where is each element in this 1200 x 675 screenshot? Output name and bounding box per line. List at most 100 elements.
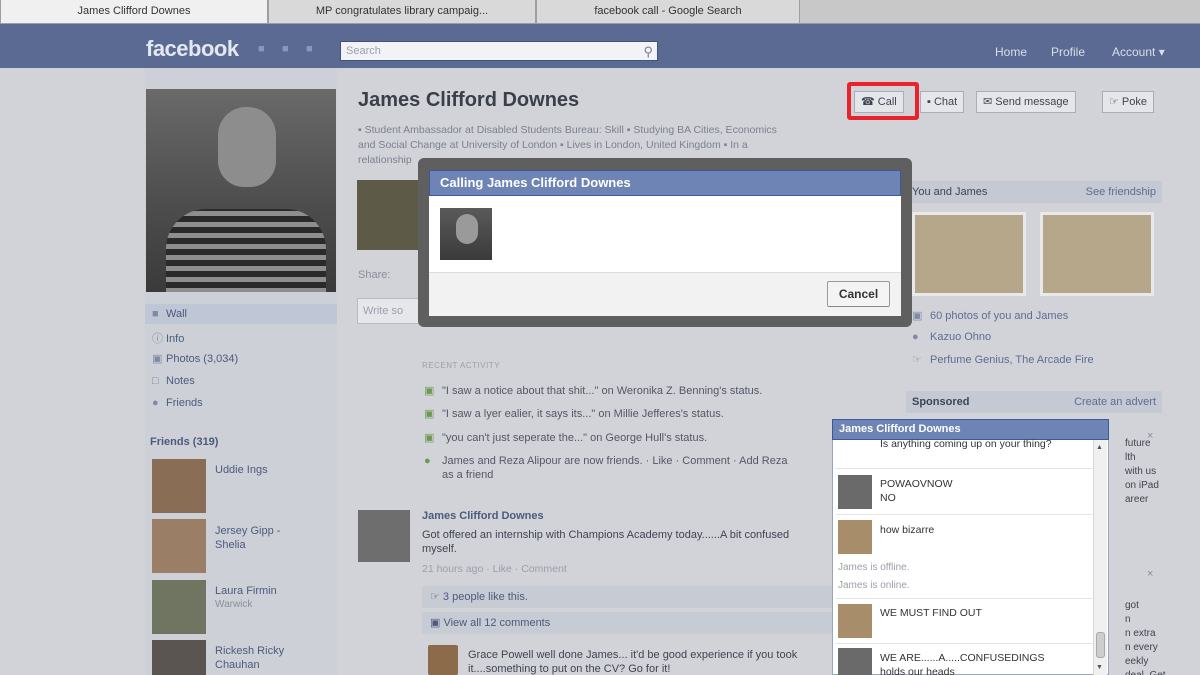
friend-location: Warwick — [215, 599, 253, 610]
post-author-avatar[interactable] — [358, 510, 410, 562]
sidebar-item-notes[interactable]: □ Notes — [152, 375, 195, 387]
browser-tab-search[interactable]: facebook call - Google Search — [536, 0, 800, 24]
chat-label: Chat — [933, 96, 958, 108]
friends-icon: ● — [152, 397, 159, 409]
chat-icon: ▪ — [927, 96, 934, 108]
share-label: Share: — [358, 269, 391, 281]
nav-account-menu[interactable]: Account ▾ — [1112, 45, 1165, 59]
tab-label: James Clifford Downes — [77, 5, 191, 17]
photos-icon: ▣ — [152, 353, 163, 365]
call-dialog-title: Calling James Clifford Downes — [429, 170, 901, 196]
advert-text[interactable]: future lth with us on iPad areer — [1125, 437, 1159, 507]
sidebar-item-info[interactable]: ⓘ Info — [152, 330, 184, 346]
post-text: Got offered an internship with Champions… — [422, 529, 790, 555]
friend-name[interactable]: Uddie Ings — [215, 463, 268, 477]
sponsored-heading: Sponsored — [912, 396, 970, 408]
post-author-name[interactable]: James Clifford Downes — [422, 510, 544, 522]
scroll-down-icon[interactable]: ▼ — [1096, 664, 1103, 671]
activity-text: "you can't just seperate the..." on Geor… — [442, 432, 708, 444]
friends-heading[interactable]: Friends (319) — [150, 436, 218, 448]
cancel-call-button[interactable]: Cancel — [827, 281, 890, 307]
mutual-friend-link[interactable]: ● Kazuo Ohno — [912, 331, 991, 343]
tab-label: facebook call - Google Search — [594, 5, 742, 17]
search-icon[interactable]: ⚲ — [643, 43, 653, 61]
mutual-friend-text: Kazuo Ohno — [930, 331, 992, 343]
view-all-comments-text: View all 12 comments — [443, 617, 551, 629]
search-input[interactable]: Search ⚲ — [340, 41, 658, 61]
browser-tab-bar: James Clifford Downes MP congratulates l… — [0, 0, 1200, 24]
chat-avatar — [838, 475, 872, 509]
friend-thumbnail[interactable] — [152, 580, 206, 634]
shared-photo[interactable] — [912, 212, 1026, 296]
friend-thumbnail[interactable] — [152, 519, 206, 573]
friend-thumbnail[interactable] — [152, 459, 206, 513]
chat-message: Is anything coming up on your thing? — [880, 438, 1052, 450]
nav-home-link[interactable]: Home — [995, 45, 1027, 59]
sidebar-item-friends[interactable]: ● Friends — [152, 397, 203, 409]
activity-item[interactable]: ▣ "I saw a lyer ealier, it says its..." o… — [424, 407, 724, 420]
chat-avatar — [838, 520, 872, 554]
poke-label: Poke — [1121, 96, 1147, 108]
friend-thumbnail[interactable] — [152, 640, 206, 675]
comments-icon: ▣ — [430, 617, 444, 629]
activity-text: "I saw a lyer ealier, it says its..." on… — [442, 408, 724, 420]
comment-icon: ▣ — [424, 408, 435, 420]
post-likes[interactable]: ☞ 3 people like this. — [422, 586, 834, 608]
sidebar-item-wall[interactable]: ■ Wall — [145, 304, 337, 324]
activity-item[interactable]: ▣ "you can't just seperate the..." on Geo… — [424, 431, 707, 444]
commenter-avatar[interactable] — [428, 645, 458, 675]
facebook-logo[interactable]: facebook — [146, 36, 239, 62]
browser-tab-news[interactable]: MP congratulates library campaig... — [268, 0, 536, 24]
sidebar-item-label: Photos (3,034) — [166, 353, 239, 365]
friend-name[interactable]: Laura Firmin — [215, 584, 277, 598]
profile-photo-strip[interactable] — [357, 180, 419, 250]
activity-item[interactable]: ▣ "I saw a notice about that shit..." on … — [424, 384, 762, 397]
wall-icon: ■ — [152, 308, 159, 320]
post-meta[interactable]: 21 hours ago · Like · Comment — [422, 563, 567, 575]
view-all-comments-link[interactable]: ▣ View all 12 comments — [422, 612, 834, 634]
friends-icon: ● — [424, 455, 431, 467]
friend-requests-icon[interactable]: ■ — [258, 43, 272, 55]
chat-avatar — [838, 604, 872, 638]
profile-info-line: and Social Change at University of Londo… — [358, 139, 748, 151]
poke-button[interactable]: ☞ Poke — [1102, 91, 1154, 113]
messages-icon[interactable]: ■ — [282, 43, 296, 55]
send-message-button[interactable]: ✉ Send message — [976, 91, 1076, 113]
close-advert-icon[interactable]: × — [1147, 430, 1153, 442]
sidebar-item-label: Notes — [166, 375, 195, 387]
friend-name[interactable]: Rickesh Ricky Chauhan — [215, 644, 305, 672]
chat-divider — [836, 514, 1092, 515]
friend-name[interactable]: Jersey Gipp - Shelia — [215, 524, 305, 552]
close-advert-icon[interactable]: × — [1147, 568, 1153, 580]
chat-message: WE ARE......A.....CONFUSEDINGS holds our… — [880, 652, 1045, 675]
status-input[interactable]: Write so — [357, 298, 421, 324]
scroll-up-icon[interactable]: ▲ — [1096, 444, 1103, 451]
activity-item-continued[interactable]: as a friend — [442, 469, 493, 481]
mutual-likes-link[interactable]: ☞ Perfume Genius, The Arcade Fire — [912, 353, 1094, 366]
browser-tab-profile[interactable]: James Clifford Downes — [0, 0, 268, 24]
advert-text[interactable]: got n n extra n every eekly deal. Get — [1125, 599, 1166, 675]
create-advert-link[interactable]: Create an advert — [1074, 391, 1156, 413]
notifications-icon[interactable]: ■ — [306, 43, 320, 55]
nav-profile-link[interactable]: Profile — [1051, 45, 1085, 59]
profile-picture[interactable] — [146, 89, 336, 292]
like-icon: ☞ — [912, 354, 922, 366]
recent-activity-heading: RECENT ACTIVITY — [422, 361, 501, 370]
search-placeholder: Search — [346, 45, 381, 57]
comment-icon: ▣ — [424, 385, 435, 397]
activity-item[interactable]: ● James and Reza Alipour are now friends.… — [424, 455, 834, 467]
shared-photos-link[interactable]: ▣ 60 photos of you and James — [912, 309, 1068, 322]
sidebar-item-label: Info — [166, 333, 185, 345]
sidebar-item-photos[interactable]: ▣ Photos (3,034) — [152, 352, 238, 365]
callee-avatar-face — [456, 214, 478, 244]
see-friendship-link[interactable]: See friendship — [1086, 181, 1156, 203]
poke-icon: ☞ — [1109, 96, 1122, 108]
message-icon: ✉ — [983, 96, 996, 108]
tab-label: MP congratulates library campaig... — [315, 5, 489, 17]
shared-photo[interactable] — [1040, 212, 1154, 296]
chat-scrollbar-thumb[interactable] — [1096, 632, 1105, 658]
info-icon: ⓘ — [152, 333, 163, 345]
chat-message: POWAOVNOW NO — [880, 478, 953, 504]
chat-button[interactable]: ▪ Chat — [920, 91, 965, 113]
facebook-header: facebook ■ ■ ■ Search ⚲ Home Profile Acc… — [0, 24, 1200, 68]
